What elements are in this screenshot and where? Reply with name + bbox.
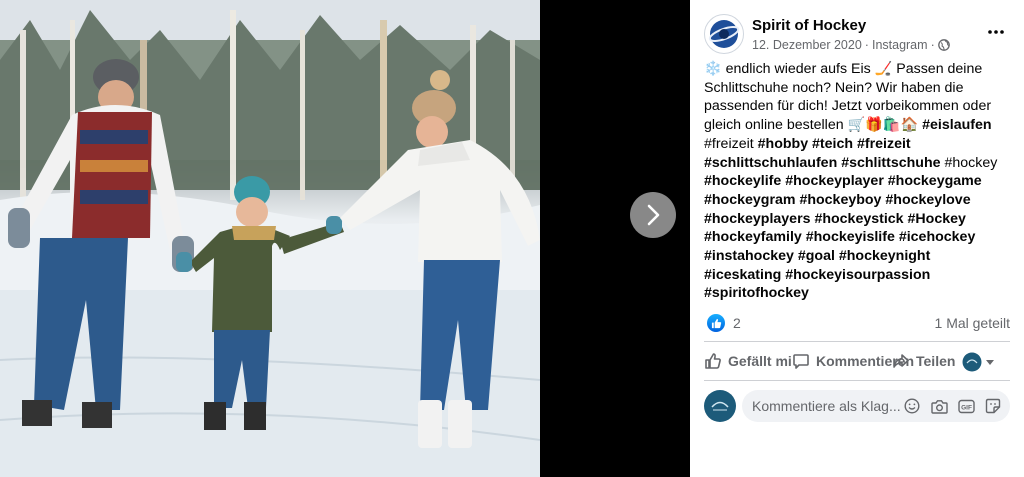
hashtag-link[interactable]: #iceskating (704, 267, 781, 283)
hashtag-link[interactable]: #instahockey (704, 248, 794, 264)
comment-input-wrapper: GIF (742, 390, 1010, 422)
chevron-down-icon (986, 359, 994, 365)
chevron-right-icon (647, 204, 660, 226)
post-meta: 12. Dezember 2020 · Instagram · (752, 38, 950, 52)
hashtag-link[interactable]: #hockeyplayers (704, 211, 810, 227)
hashtag-link[interactable]: #teich (812, 136, 853, 152)
hashtag-link[interactable]: #hockeyfamily (704, 229, 802, 245)
hashtag-link[interactable]: #hockeyboy (799, 192, 881, 208)
next-photo-button[interactable] (630, 192, 676, 238)
commenter-avatar-icon (705, 391, 735, 421)
actions-divider (704, 380, 1010, 381)
hashtag-link[interactable]: #hockey (944, 155, 997, 171)
comment-tools: GIF (903, 397, 1002, 415)
hashtag-link[interactable]: #hockeyislife (806, 229, 895, 245)
share-button[interactable]: Teilen (892, 344, 955, 378)
spirit-of-hockey-logo-icon (708, 20, 740, 48)
hashtag-link[interactable]: #hockeystick (814, 211, 903, 227)
share-arrow-icon (893, 354, 909, 368)
share-label: Teilen (916, 353, 956, 369)
hashtag-link[interactable]: #Hockey (908, 211, 966, 227)
thumbs-up-badge-icon (711, 318, 721, 328)
comment-input[interactable] (752, 390, 902, 422)
post-detail-panel: Spirit of Hockey 12. Dezember 2020 · Ins… (690, 0, 1024, 477)
post-photo[interactable] (0, 0, 540, 477)
more-dots-icon (988, 30, 1004, 34)
audience-selector[interactable] (962, 352, 994, 372)
hashtag-link[interactable]: #hockeygram (704, 192, 795, 208)
meta-separator-2: · (930, 38, 935, 52)
share-count[interactable]: 1 Mal geteilt (935, 315, 1010, 331)
comment-composer: GIF (704, 390, 1010, 422)
post-source: Instagram (871, 38, 928, 52)
emoji-icon[interactable] (903, 397, 921, 415)
comment-bubble-icon (793, 354, 809, 369)
hashtag-link[interactable]: #hockeyisourpassion (785, 267, 930, 283)
page-avatar[interactable] (704, 14, 744, 54)
more-options-button[interactable] (982, 18, 1010, 46)
globe-icon[interactable] (937, 39, 950, 51)
like-button[interactable]: Gefällt mi (704, 344, 792, 378)
hashtag-link[interactable]: #schlittschuhe (841, 155, 940, 171)
hashtag-link[interactable]: #spiritofhockey (704, 285, 809, 301)
hashtag-link[interactable]: #schlittschuhlaufen (704, 155, 837, 171)
thumbs-up-icon (705, 353, 721, 369)
hashtag-link[interactable]: #hobby (758, 136, 808, 152)
svg-text:GIF: GIF (961, 404, 972, 411)
reactions-divider (704, 341, 1010, 342)
hashtag-link[interactable]: #hockeylife (704, 173, 781, 189)
viewer-background (540, 0, 690, 477)
post-header: Spirit of Hockey 12. Dezember 2020 · Ins… (704, 14, 1014, 56)
hashtag-link[interactable]: #goal (798, 248, 835, 264)
reactions-bar: 2 1 Mal geteilt (704, 314, 1010, 334)
reaction-count[interactable]: 2 (733, 315, 741, 331)
like-reaction-icon[interactable] (707, 314, 725, 332)
hashtag-link[interactable]: #eislaufen (922, 117, 991, 133)
post-actions: Gefällt mi Kommentieren Teilen (704, 344, 1010, 378)
hashtag-link[interactable]: #icehockey (899, 229, 976, 245)
page-name[interactable]: Spirit of Hockey (752, 17, 866, 34)
hashtag-link[interactable]: #freizeit (704, 136, 754, 152)
post-text: ❄️ endlich wieder aufs Eis 🏒 Passen dein… (704, 60, 1004, 303)
photo-illustration (0, 0, 540, 477)
hashtag-link[interactable]: #freizeit (857, 136, 911, 152)
hashtag-link[interactable]: #hockeygame (888, 173, 982, 189)
like-label: Gefällt mi (728, 353, 792, 369)
gif-icon[interactable]: GIF (957, 397, 975, 415)
camera-icon[interactable] (930, 397, 948, 415)
hashtag-link[interactable]: #hockeyplayer (785, 173, 884, 189)
hashtag-link[interactable]: #hockeylove (885, 192, 970, 208)
page-avatar-dropdown-icon (962, 352, 982, 372)
post-date[interactable]: 12. Dezember 2020 (752, 38, 862, 52)
meta-separator: · (864, 38, 869, 52)
sticker-icon[interactable] (984, 397, 1002, 415)
commenter-avatar[interactable] (704, 390, 736, 422)
hashtag-link[interactable]: #hockeynight (839, 248, 930, 264)
